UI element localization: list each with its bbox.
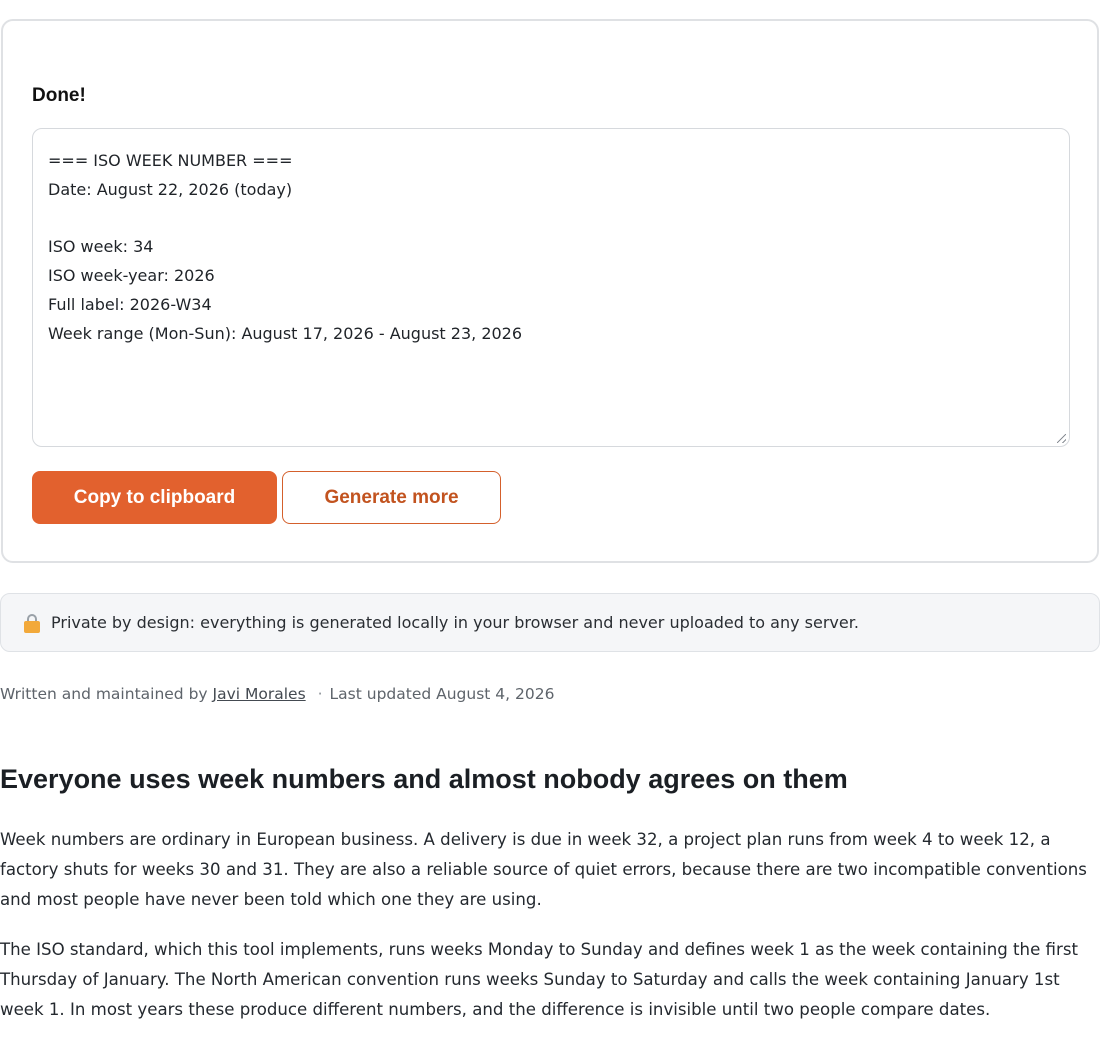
lock-icon bbox=[23, 613, 41, 633]
output-line: Week range (Mon-Sun): August 17, 2026 - … bbox=[48, 323, 523, 343]
author-link[interactable]: Javi Morales bbox=[213, 685, 306, 703]
byline: Written and maintained by Javi Morales ·… bbox=[0, 685, 554, 703]
privacy-notice: Private by design: everything is generat… bbox=[0, 593, 1100, 652]
generate-more-button[interactable]: Generate more bbox=[282, 471, 501, 524]
article-heading: Everyone uses week numbers and almost no… bbox=[0, 764, 848, 794]
output-line: ISO week: 34 bbox=[48, 237, 154, 257]
output-line: ISO week-year: 2026 bbox=[48, 266, 215, 286]
privacy-text: Private by design: everything is generat… bbox=[51, 613, 859, 632]
byline-separator: · bbox=[317, 685, 323, 703]
article-paragraph: The ISO standard, which this tool implem… bbox=[0, 940, 1078, 1019]
result-card: Done! === ISO WEEK NUMBER === Date: Augu… bbox=[1, 19, 1099, 563]
output-line: Date: August 22, 2026 (today) bbox=[48, 179, 293, 199]
byline-prefix: Written and maintained by bbox=[0, 685, 208, 703]
last-updated: Last updated August 4, 2026 bbox=[329, 685, 555, 703]
article-paragraph: Week numbers are ordinary in European bu… bbox=[0, 830, 1087, 909]
resize-handle-icon[interactable] bbox=[1057, 434, 1066, 443]
copy-to-clipboard-button[interactable]: Copy to clipboard bbox=[32, 471, 277, 524]
output-textarea[interactable]: === ISO WEEK NUMBER === Date: August 22,… bbox=[32, 128, 1070, 447]
output-line: === ISO WEEK NUMBER === bbox=[48, 151, 293, 170]
output-line: Full label: 2026-W34 bbox=[48, 294, 212, 314]
status-text: Done! bbox=[32, 85, 86, 106]
